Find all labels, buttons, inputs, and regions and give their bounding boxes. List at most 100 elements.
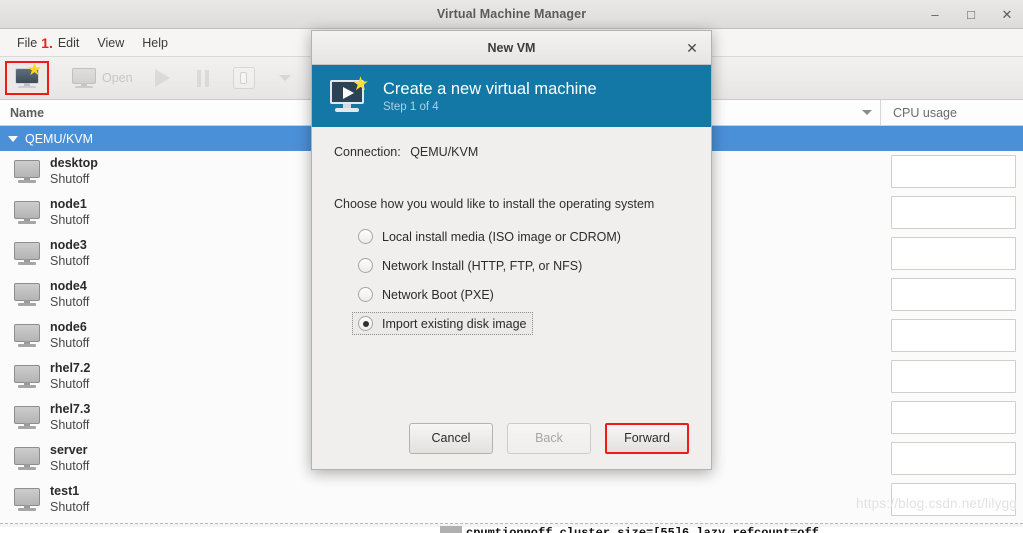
- vm-item-text: rhel7.2 Shutoff: [50, 361, 90, 392]
- cpu-usage-cell: [881, 233, 1023, 274]
- install-method-radio-group: Local install media (ISO image or CDROM)…: [334, 225, 689, 335]
- close-icon[interactable]: ✕: [683, 39, 701, 57]
- cpu-sparkline: [891, 360, 1016, 393]
- monitor-icon: [72, 67, 96, 89]
- dialog-banner-title: Create a new virtual machine: [383, 79, 597, 98]
- dialog-content: Connection: QEMU/KVM Choose how you woul…: [312, 127, 711, 407]
- column-header-cpu[interactable]: CPU usage: [881, 100, 1023, 125]
- cpu-usage-cell: [881, 192, 1023, 233]
- cpu-sparkline: [891, 196, 1016, 229]
- expander-triangle-icon[interactable]: [8, 135, 18, 142]
- vm-list-item[interactable]: test1 Shutoff: [0, 479, 881, 520]
- cpu-sparkline: [891, 442, 1016, 475]
- vm-item-text: node4 Shutoff: [50, 279, 89, 310]
- install-method-label: Import existing disk image: [382, 316, 527, 331]
- open-button[interactable]: Open: [63, 61, 142, 95]
- vm-item-text: node1 Shutoff: [50, 197, 89, 228]
- vm-state: Shutoff: [50, 376, 90, 391]
- cpu-cells: [881, 151, 1023, 520]
- monitor-icon: [14, 283, 40, 306]
- play-icon: [155, 69, 171, 87]
- vm-name: desktop: [50, 155, 98, 170]
- window-controls: – □ ✕: [925, 0, 1017, 29]
- monitor-icon: [14, 406, 40, 429]
- install-method-option[interactable]: Network Install (HTTP, FTP, or NFS): [352, 254, 588, 277]
- chevron-down-icon: [278, 75, 291, 81]
- menu-help[interactable]: Help: [133, 33, 177, 53]
- maximize-icon[interactable]: □: [961, 5, 981, 25]
- vm-state: Shutoff: [50, 499, 90, 514]
- new-vm-button[interactable]: ★: [5, 61, 49, 95]
- vm-state: Shutoff: [50, 335, 90, 350]
- connection-group-label: QEMU/KVM: [25, 131, 94, 146]
- star-icon: ★: [26, 59, 42, 79]
- radio-button[interactable]: [358, 287, 373, 302]
- column-header-cpu-label: CPU usage: [893, 105, 957, 120]
- back-button[interactable]: Back: [507, 422, 591, 454]
- install-method-label: Network Install (HTTP, FTP, or NFS): [382, 258, 583, 273]
- monitor-icon: [14, 447, 40, 470]
- shutdown-icon: [232, 67, 255, 89]
- vm-state: Shutoff: [50, 458, 90, 473]
- cpu-usage-cell: [881, 438, 1023, 479]
- new-vm-banner-icon: ★: [327, 75, 369, 114]
- vm-name: test1: [50, 483, 80, 498]
- vm-name: rhel7.3: [50, 401, 91, 416]
- run-button[interactable]: [144, 61, 182, 95]
- dialog-footer: Cancel Back Forward: [312, 407, 711, 469]
- vm-item-text: rhel7.3 Shutoff: [50, 402, 90, 433]
- vm-state: Shutoff: [50, 253, 90, 268]
- install-method-option[interactable]: Local install media (ISO image or CDROM): [352, 225, 627, 248]
- install-method-option[interactable]: Network Boot (PXE): [352, 283, 500, 306]
- radio-button[interactable]: [358, 258, 373, 273]
- menu-view[interactable]: View: [88, 33, 133, 53]
- chevron-down-icon[interactable]: [862, 110, 872, 115]
- vm-state: Shutoff: [50, 294, 90, 309]
- cpu-usage-cell: [881, 274, 1023, 315]
- dialog-titlebar: New VM ✕: [312, 31, 711, 65]
- install-method-prompt: Choose how you would like to install the…: [334, 197, 655, 211]
- vm-item-text: node3 Shutoff: [50, 238, 89, 269]
- cpu-sparkline: [891, 155, 1016, 188]
- connection-line: Connection: QEMU/KVM: [334, 145, 689, 159]
- vm-item-text: desktop Shutoff: [50, 156, 98, 187]
- minimize-icon[interactable]: –: [925, 5, 945, 25]
- monitor-icon: [14, 242, 40, 265]
- close-icon[interactable]: ✕: [997, 5, 1017, 25]
- install-method-label: Network Boot (PXE): [382, 287, 494, 302]
- new-vm-dialog: New VM ✕ ★ Create a new virtual machine …: [311, 30, 712, 470]
- cpu-usage-cell: [881, 356, 1023, 397]
- install-method-label: Local install media (ISO image or CDROM): [382, 229, 621, 244]
- install-method-option[interactable]: Import existing disk image: [352, 312, 533, 335]
- cpu-sparkline: [891, 401, 1016, 434]
- forward-button[interactable]: Forward: [605, 422, 689, 454]
- monitor-icon: [14, 365, 40, 388]
- vm-name: node4: [50, 278, 87, 293]
- radio-button[interactable]: [358, 316, 373, 331]
- cancel-button[interactable]: Cancel: [409, 422, 493, 454]
- vm-name: node1: [50, 196, 87, 211]
- cpu-usage-cell: [881, 151, 1023, 192]
- vm-state: Shutoff: [50, 171, 90, 186]
- cpu-usage-cell: [881, 397, 1023, 438]
- terminal-text-line: cpumtionnoff cluster size=[55]6 lazy ref…: [466, 526, 819, 533]
- shutdown-menu-button[interactable]: [266, 61, 304, 95]
- vm-item-text: server Shutoff: [50, 443, 89, 474]
- open-label: Open: [102, 71, 133, 85]
- vm-name: server: [50, 442, 88, 457]
- pause-button[interactable]: [184, 61, 222, 95]
- cpu-usage-pane: [881, 126, 1023, 527]
- connection-label: Connection:: [334, 145, 401, 159]
- monitor-icon: [14, 160, 40, 183]
- radio-button[interactable]: [358, 229, 373, 244]
- monitor-icon: [14, 488, 40, 511]
- menu-edit[interactable]: Edit: [49, 33, 89, 53]
- vm-name: rhel7.2: [50, 360, 91, 375]
- terminal-window-sliver[interactable]: cpumtionnoff cluster size=[55]6 lazy ref…: [0, 523, 1023, 533]
- shutdown-button[interactable]: [224, 61, 264, 95]
- cpu-sparkline: [891, 237, 1016, 270]
- vm-item-text: test1 Shutoff: [50, 484, 89, 515]
- dialog-banner: ★ Create a new virtual machine Step 1 of…: [312, 65, 711, 127]
- new-vm-icon: ★: [15, 61, 42, 89]
- monitor-icon: [14, 201, 40, 224]
